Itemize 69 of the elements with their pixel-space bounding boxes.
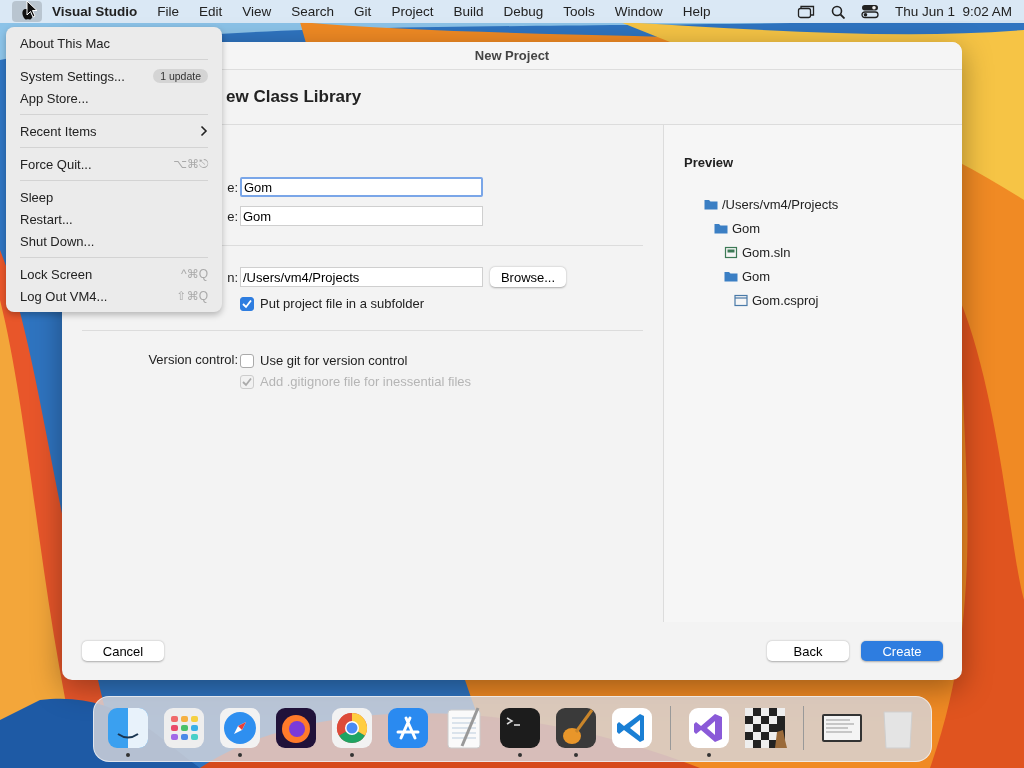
shortcut-label: ⌥⌘⎋ [173,157,208,171]
tree-item[interactable]: Gom.csproj [734,288,942,312]
code-editor-icon[interactable] [609,706,654,750]
search-icon[interactable] [830,4,845,19]
menu-item[interactable]: View [242,4,272,19]
panel-title: Preview [684,155,735,170]
menu-item[interactable]: Edit [199,4,223,19]
menu-item[interactable]: Recent Items [6,120,222,142]
shortcut-label: ^⌘Q [181,267,208,281]
text-field[interactable]: Gom [240,206,483,226]
menu-item[interactable]: System Settings... 1 update [6,65,222,87]
menu-item[interactable]: Log Out VM4... ⇧⌘Q [6,285,222,307]
field-label: n: [227,269,238,285]
field-label: e: [227,208,238,224]
menu-item[interactable]: App Store... [6,87,222,109]
windows-icon[interactable] [796,4,815,19]
menu-item[interactable]: Search [291,4,335,19]
browse-button[interactable]: Browse... [490,267,566,287]
checkbox[interactable]: Put project file in a subfolder [240,296,425,311]
folder-icon [704,197,718,211]
field-label: e: [227,179,238,195]
tree-item[interactable]: Gom [714,216,942,240]
app-store-icon[interactable] [385,706,430,750]
tree-item[interactable]: Gom [724,264,942,288]
menu-item[interactable]: Tools [563,4,595,19]
clock[interactable]: Thu Jun 1 9:02 AM [894,4,1012,19]
finder-icon[interactable] [105,706,150,750]
menu-item[interactable]: Restart... [6,208,222,230]
checkmark-icon [241,297,253,310]
menu-item[interactable]: Sleep [6,186,222,208]
create-button[interactable]: Create [861,641,943,661]
menu-item[interactable]: Debug [503,4,544,19]
app-grid-icon[interactable] [161,706,206,750]
menu-item[interactable]: About This Mac [6,32,222,54]
guitar-icon[interactable] [553,706,598,750]
text-field[interactable]: /Users/vm4/Projects [240,267,483,287]
tree-item[interactable]: /Users/vm4/Projects [704,192,942,216]
folder-icon [724,269,738,283]
cancel-button[interactable]: Cancel [82,641,164,661]
menu-item[interactable]: Build [453,4,484,19]
app-menu[interactable]: Visual Studio [52,4,138,19]
folder-icon [714,221,728,235]
menu-item[interactable]: Project [391,4,434,19]
pointer-icon [26,0,38,18]
menu-item[interactable]: Shut Down... [6,230,222,252]
back-button[interactable]: Back [767,641,849,661]
checkbox[interactable]: Use git for version control [240,353,408,368]
window-title: New Project [474,48,550,63]
ide-icon[interactable] [686,706,731,750]
window-icon [734,293,748,307]
shortcut-label: ⇧⌘Q [176,289,208,303]
menu-item[interactable]: Git [354,4,372,19]
menu-item[interactable]: Force Quit... ⌥⌘⎋ [6,153,222,175]
checkmark-icon [241,375,253,388]
document-icon [724,245,738,259]
menu-item[interactable]: Lock Screen ^⌘Q [6,263,222,285]
field-label: Version control: [148,352,238,367]
control-center-icon[interactable] [860,4,879,19]
text-field[interactable]: Gom [240,177,483,197]
menu-item[interactable]: File [157,4,180,19]
terminal-icon[interactable] [497,706,542,750]
menu-item[interactable]: Help [682,4,711,19]
menu-item[interactable]: Window [614,4,663,19]
dialog-heading: ew Class Library [226,87,362,107]
chess-icon[interactable] [742,706,787,750]
update-badge: 1 update [153,69,208,83]
compass-icon[interactable] [217,706,262,750]
browser-icon[interactable] [273,706,318,750]
tree-item[interactable]: Gom.sln [724,240,942,264]
